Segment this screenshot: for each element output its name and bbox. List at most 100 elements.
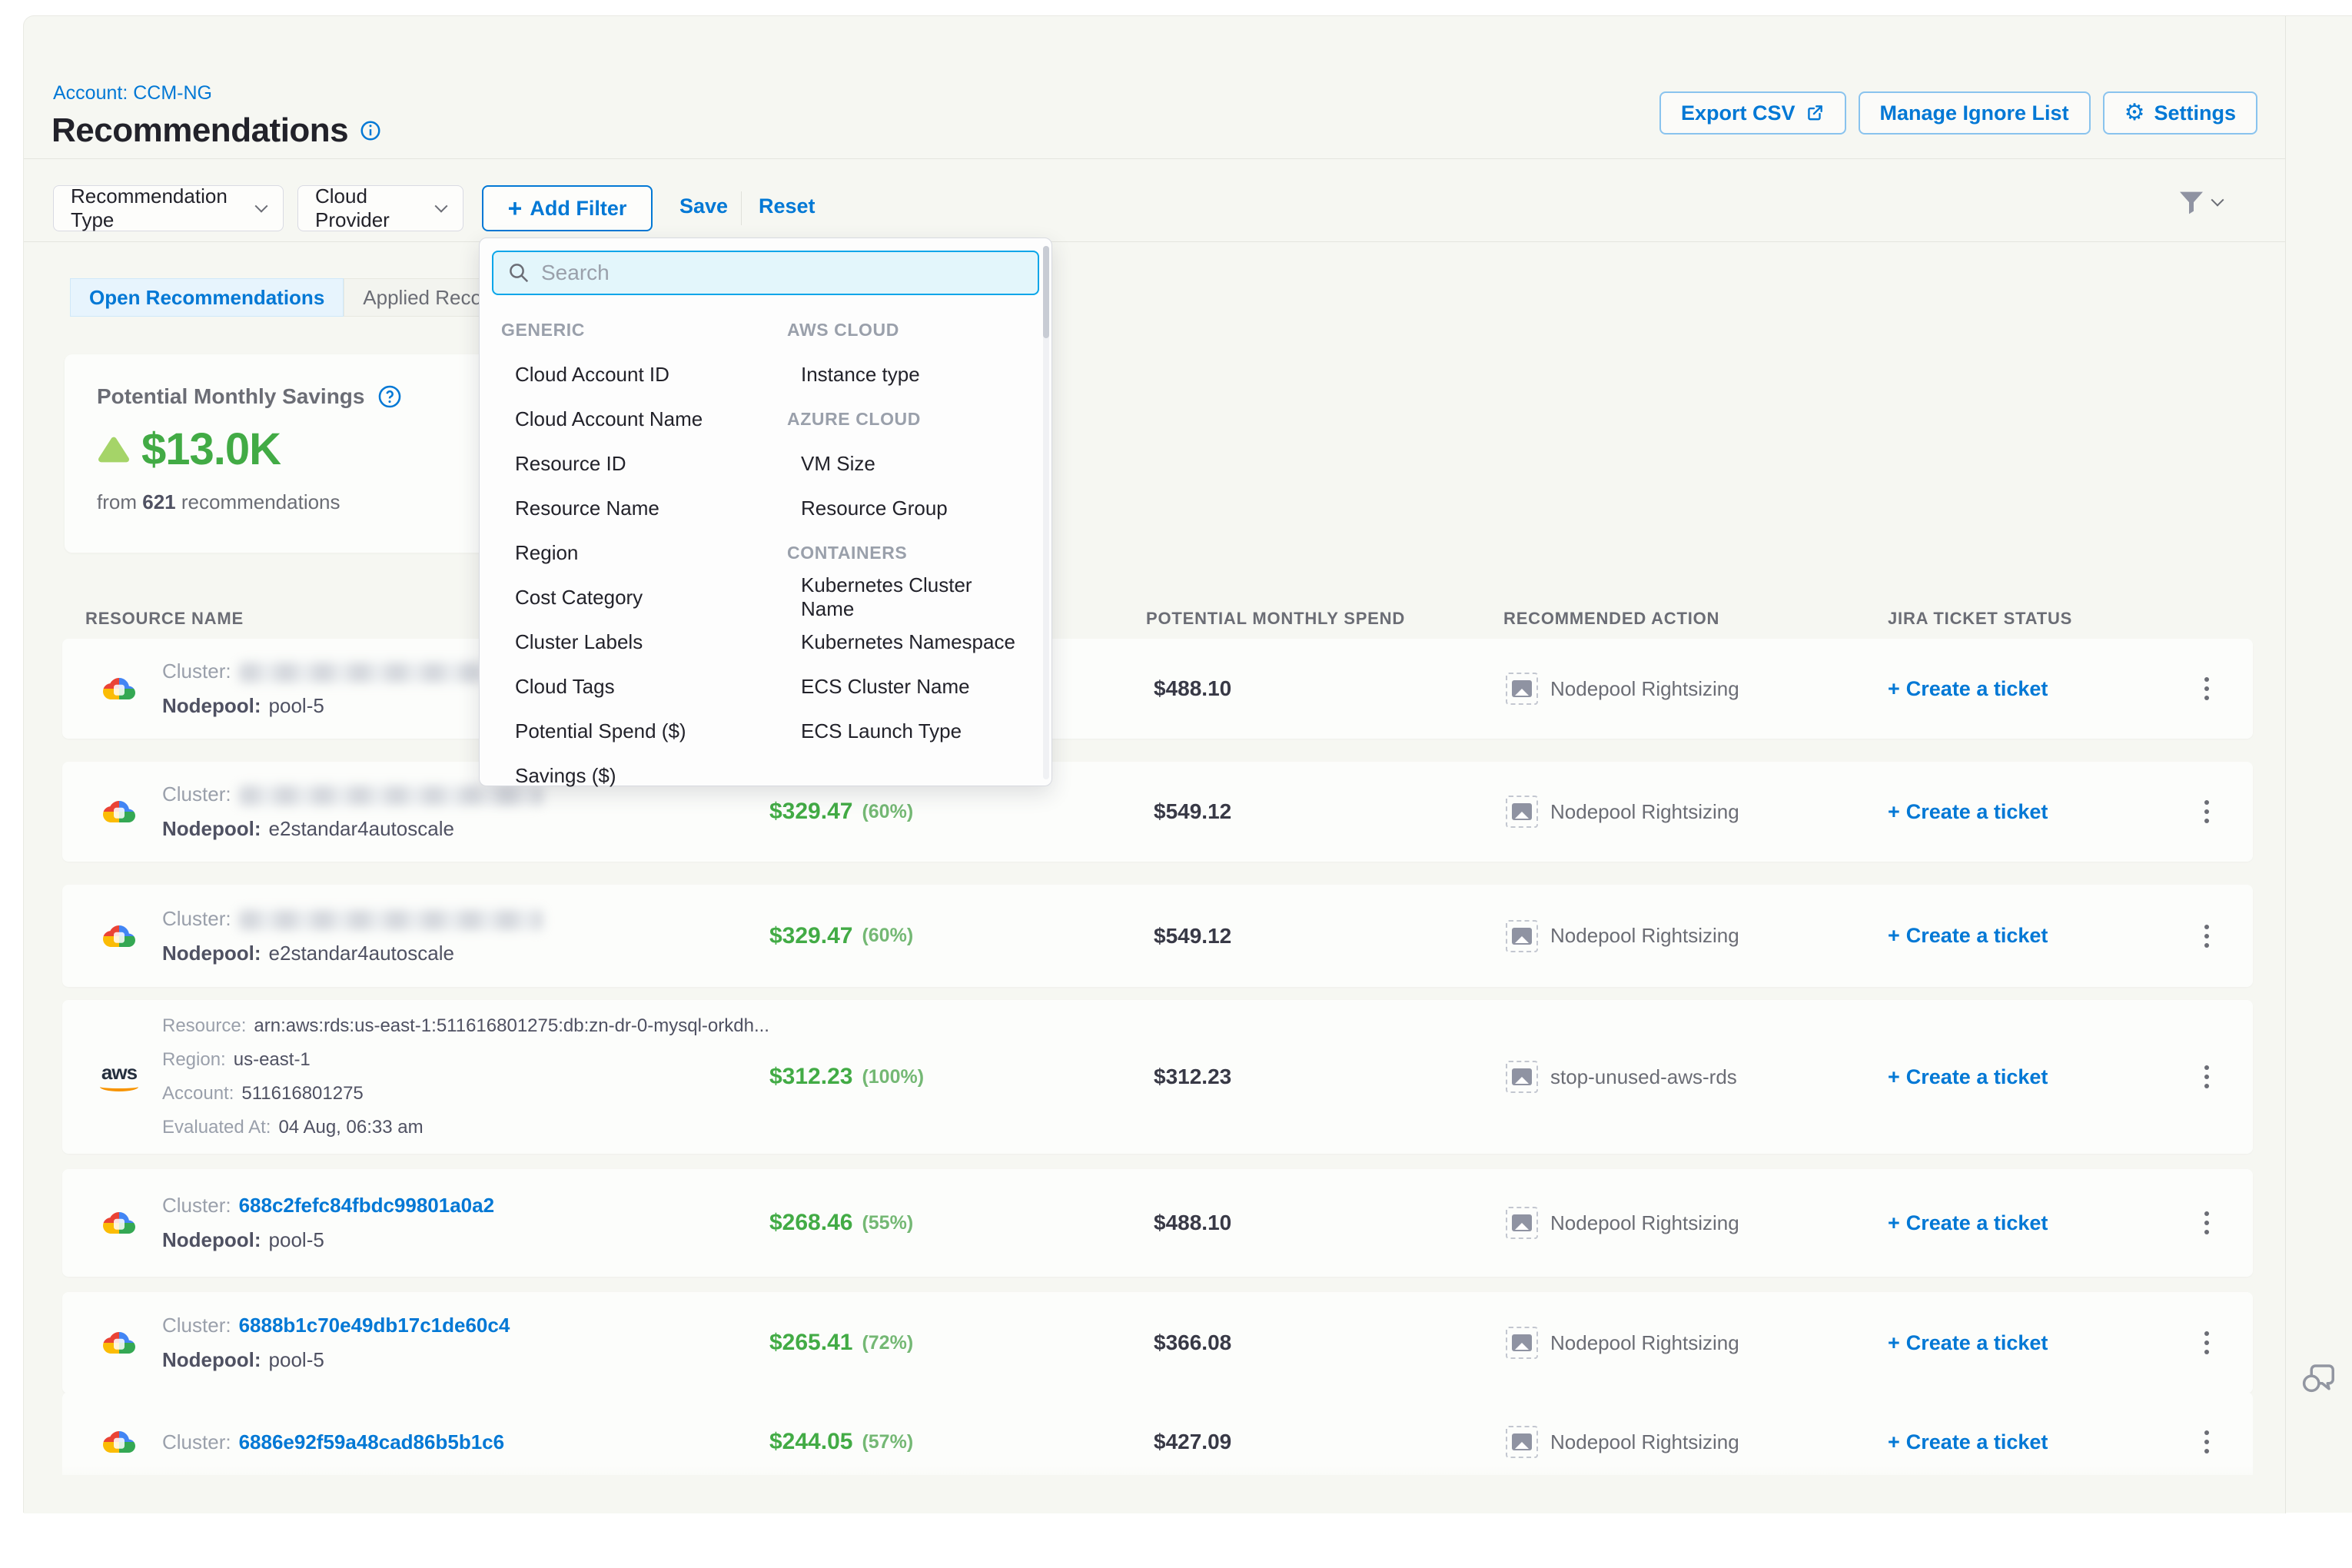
nodepool-value: e2standar4autoscale [269,942,454,965]
dropdown-item-kubernetes-namespace[interactable]: Kubernetes Namespace [787,620,1025,664]
create-ticket-label: Create a ticket [1906,1430,2048,1454]
dropdown-item-potential-spend[interactable]: Potential Spend ($) [501,709,787,753]
create-ticket-link[interactable]: +Create a ticket [1888,885,2141,987]
kebab-icon [2204,1211,2209,1234]
dropdown-item-kubernetes-cluster-name[interactable]: Kubernetes Cluster Name [787,575,1025,620]
dropdown-item-resource-name[interactable]: Resource Name [501,486,787,530]
search-input[interactable] [541,261,1024,285]
savings-triangle-icon [97,434,131,465]
dropdown-section-aws-cloud: AWS CLOUD [787,307,1025,352]
table-row[interactable]: Cluster: Nodepool:e2standar4autoscale $3… [62,762,2253,862]
spend-value: $549.12 [1154,924,1231,948]
filter-panel-toggle[interactable] [2176,187,2222,218]
cluster-link[interactable]: 688c2fefc84fbdc99801a0a2 [239,1194,494,1217]
savings-sub-suffix: recommendations [181,490,341,513]
region-label: Region: [162,1049,226,1070]
table-row[interactable]: Cluster: Nodepool:e2standar4autoscale $3… [62,885,2253,987]
savings-percent: (72%) [862,1332,913,1354]
table-row[interactable]: Cluster: 688c2fefc84fbdc99801a0a2 Nodepoo… [62,1169,2253,1277]
dropdown-item-region[interactable]: Region [501,530,787,575]
add-filter-dropdown: GENERIC Cloud Account ID Cloud Account N… [479,238,1052,786]
recommended-action: stop-unused-aws-rds [1550,1065,1737,1089]
create-ticket-link[interactable]: +Create a ticket [1888,1292,2141,1394]
gcp-icon [96,1169,142,1277]
create-ticket-link[interactable]: +Create a ticket [1888,1000,2141,1154]
table-header: RESOURCE NAME POTENTIAL MONTHLY SPEND RE… [62,604,2253,635]
row-menu-button[interactable] [2191,1292,2222,1394]
table-row-clipped-wrap: Cluster:6886e92f59a48cad86b5b1c6 $244.05… [62,1392,2253,1475]
row-menu-button[interactable] [2191,1392,2222,1475]
row-menu-button[interactable] [2191,885,2222,987]
dropdown-item-savings[interactable]: Savings ($) [501,753,787,798]
table-row[interactable]: Cluster:6888b1c70e49db17c1de60c4 Nodepoo… [62,1292,2253,1394]
cluster-label: Cluster: [162,1194,231,1217]
nodepool-value: pool-5 [269,1348,324,1371]
add-filter-button[interactable]: + Add Filter [482,185,653,231]
cluster-label: Cluster: [162,659,231,683]
dropdown-item-cost-category[interactable]: Cost Category [501,575,787,620]
column-recommended-action: RECOMMENDED ACTION [1503,609,1719,629]
savings-percent: (60%) [862,801,913,823]
export-csv-button[interactable]: Export CSV [1659,91,1846,135]
search-icon [507,261,530,284]
save-filter-button[interactable]: Save [679,194,728,218]
kebab-icon [2204,925,2209,948]
tab-open-recommendations[interactable]: Open Recommendations [70,278,344,317]
filter-cloud-provider[interactable]: Cloud Provider [297,185,463,231]
row-menu-button[interactable] [2191,639,2222,739]
dropdown-item-cluster-labels[interactable]: Cluster Labels [501,620,787,664]
aws-icon: aws [96,1000,142,1154]
create-ticket-link[interactable]: +Create a ticket [1888,1169,2141,1277]
kebab-icon [2204,800,2209,823]
nodepool-value: e2standar4autoscale [269,817,454,840]
row-menu-button[interactable] [2191,1000,2222,1154]
reset-filter-button[interactable]: Reset [759,194,816,218]
chat-help-button[interactable] [2297,1355,2340,1398]
create-ticket-link[interactable]: +Create a ticket [1888,639,2141,739]
manage-ignore-list-button[interactable]: Manage Ignore List [1859,91,2091,135]
row-menu-button[interactable] [2191,1169,2222,1277]
dropdown-scrollbar[interactable] [1043,246,1049,779]
create-ticket-label: Create a ticket [1906,677,2048,701]
create-ticket-link[interactable]: +Create a ticket [1888,1392,2141,1475]
dropdown-item-cloud-tags[interactable]: Cloud Tags [501,664,787,709]
info-icon[interactable] [359,119,382,142]
create-ticket-link[interactable]: +Create a ticket [1888,762,2141,862]
savings-card-label: Potential Monthly Savings [97,384,364,409]
rightsizing-icon [1506,673,1538,705]
plus-icon: + [1888,1331,1900,1355]
dropdown-item-ecs-launch-type[interactable]: ECS Launch Type [787,709,1025,753]
dropdown-column-generic: GENERIC Cloud Account ID Cloud Account N… [501,307,787,798]
dropdown-item-instance-type[interactable]: Instance type [787,352,1025,397]
cluster-link[interactable]: 6886e92f59a48cad86b5b1c6 [239,1430,505,1453]
dropdown-section-generic: GENERIC [501,307,787,352]
row-menu-button[interactable] [2191,762,2222,862]
breadcrumb-account[interactable]: Account: CCM-NG [53,82,212,105]
dropdown-item-cloud-account-name[interactable]: Cloud Account Name [501,397,787,441]
dropdown-item-resource-id[interactable]: Resource ID [501,441,787,486]
table-row[interactable]: Cluster:6886e92f59a48cad86b5b1c6 $244.05… [62,1392,2253,1475]
dropdown-item-ecs-cluster-name[interactable]: ECS Cluster Name [787,664,1025,709]
table-row[interactable]: Cluster: Nodepool:pool-5 $488.10 Nodepoo… [62,639,2253,739]
dropdown-search[interactable] [492,251,1039,295]
plus-icon: + [1888,924,1900,948]
recommended-action: Nodepool Rightsizing [1550,1211,1739,1235]
settings-button[interactable]: ⚙ Settings [2103,91,2257,135]
recommended-action: Nodepool Rightsizing [1550,800,1739,824]
recommended-action: Nodepool Rightsizing [1550,677,1739,701]
nodepool-label: Nodepool: [162,1228,261,1251]
chevron-down-icon [435,200,448,213]
dropdown-item-cloud-account-id[interactable]: Cloud Account ID [501,352,787,397]
manage-ignore-list-label: Manage Ignore List [1880,101,2069,125]
savings-value: $244.05 [769,1429,852,1455]
rightsizing-icon [1506,1061,1538,1093]
cluster-link[interactable]: 6888b1c70e49db17c1de60c4 [239,1314,510,1337]
table-row[interactable]: aws Resource:arn:aws:rds:us-east-1:51161… [62,1000,2253,1154]
kebab-icon [2204,677,2209,700]
spend-value: $549.12 [1154,799,1231,824]
filter-recommendation-type[interactable]: Recommendation Type [53,185,284,231]
dropdown-item-resource-group[interactable]: Resource Group [787,486,1025,530]
help-icon[interactable] [377,384,403,410]
potential-monthly-savings-card: Potential Monthly Savings $13.0K from 62 [65,354,495,553]
dropdown-item-vm-size[interactable]: VM Size [787,441,1025,486]
